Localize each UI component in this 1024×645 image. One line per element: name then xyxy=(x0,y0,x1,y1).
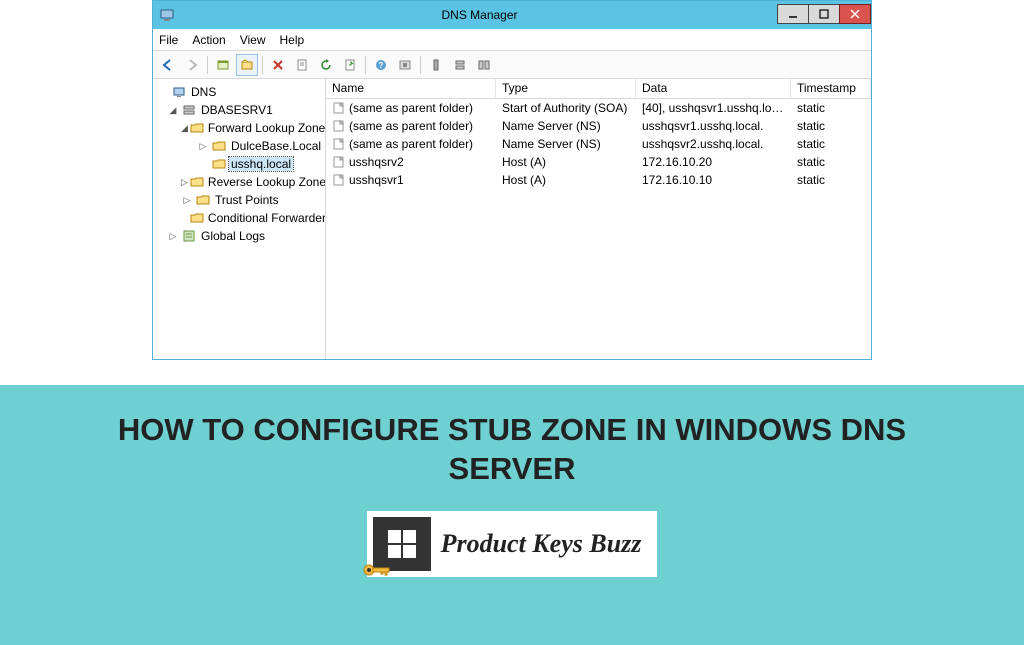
minimize-button[interactable] xyxy=(777,4,809,24)
record-name: (same as parent folder) xyxy=(349,119,473,133)
record-data: usshqsvr1.usshq.local. xyxy=(636,119,791,133)
col-timestamp[interactable]: Timestamp xyxy=(791,79,871,98)
tree-zone-dulcebase[interactable]: ▷DulceBase.Local xyxy=(153,137,325,155)
banner-headline: How to Configure Stub Zone in Windows DN… xyxy=(112,411,912,489)
dns-manager-window: DNS Manager File Action View Help ? ▷ xyxy=(152,0,872,360)
tree-server[interactable]: ◢DBASESRV1 xyxy=(153,101,325,119)
menu-action[interactable]: Action xyxy=(192,33,225,47)
record-name: usshqsrv2 xyxy=(349,155,404,169)
records-button[interactable] xyxy=(473,54,495,76)
tree-global-logs[interactable]: ▷Global Logs xyxy=(153,227,325,245)
server-button[interactable] xyxy=(449,54,471,76)
record-name: (same as parent folder) xyxy=(349,137,473,151)
record-row[interactable]: usshqsrv2 Host (A)172.16.10.20static xyxy=(326,153,871,171)
tree-root-dns[interactable]: ▷DNS xyxy=(153,83,325,101)
help-button[interactable]: ? xyxy=(370,54,392,76)
stop-button[interactable] xyxy=(394,54,416,76)
menu-help[interactable]: Help xyxy=(280,33,305,47)
brand-text: Product Keys Buzz xyxy=(441,529,642,559)
svg-text:?: ? xyxy=(379,61,384,70)
up-button[interactable] xyxy=(236,54,258,76)
banner: How to Configure Stub Zone in Windows DN… xyxy=(0,385,1024,645)
menubar: File Action View Help xyxy=(153,29,871,51)
record-timestamp: static xyxy=(791,155,871,169)
tree-zone-usshq[interactable]: ▷usshq.local xyxy=(153,155,325,173)
record-row[interactable]: (same as parent folder) Name Server (NS)u… xyxy=(326,135,871,153)
record-timestamp: static xyxy=(791,119,871,133)
col-type[interactable]: Type xyxy=(496,79,636,98)
menu-view[interactable]: View xyxy=(240,33,266,47)
record-name: usshqsvr1 xyxy=(349,173,404,187)
record-timestamp: static xyxy=(791,101,871,115)
maximize-button[interactable] xyxy=(808,4,840,24)
record-timestamp: static xyxy=(791,173,871,187)
record-row[interactable]: (same as parent folder) Name Server (NS)u… xyxy=(326,117,871,135)
record-row[interactable]: usshqsvr1 Host (A)172.16.10.10static xyxy=(326,171,871,189)
brand-logo-icon xyxy=(373,517,431,571)
menu-file[interactable]: File xyxy=(159,33,178,47)
list-header: Name Type Data Timestamp xyxy=(326,79,871,99)
app-icon xyxy=(159,7,175,23)
close-button[interactable] xyxy=(839,4,871,24)
tree-forward-zones[interactable]: ◢Forward Lookup Zones xyxy=(153,119,325,137)
record-type: Host (A) xyxy=(496,173,636,187)
record-type: Host (A) xyxy=(496,155,636,169)
tree-reverse-zones[interactable]: ▷Reverse Lookup Zones xyxy=(153,173,325,191)
refresh-button[interactable] xyxy=(315,54,337,76)
record-name: (same as parent folder) xyxy=(349,101,473,115)
forward-button[interactable] xyxy=(181,54,203,76)
record-data: 172.16.10.20 xyxy=(636,155,791,169)
record-type: Name Server (NS) xyxy=(496,137,636,151)
record-type: Start of Authority (SOA) xyxy=(496,101,636,115)
record-row[interactable]: (same as parent folder) Start of Authorit… xyxy=(326,99,871,117)
list-body[interactable]: (same as parent folder) Start of Authorit… xyxy=(326,99,871,359)
filter-button[interactable] xyxy=(425,54,447,76)
record-type: Name Server (NS) xyxy=(496,119,636,133)
window-title: DNS Manager xyxy=(181,8,778,22)
new-window-button[interactable] xyxy=(212,54,234,76)
col-data[interactable]: Data xyxy=(636,79,791,98)
delete-button[interactable] xyxy=(267,54,289,76)
col-name[interactable]: Name xyxy=(326,79,496,98)
properties-button[interactable] xyxy=(291,54,313,76)
back-button[interactable] xyxy=(157,54,179,76)
tree-conditional-forwarders[interactable]: ▷Conditional Forwarders xyxy=(153,209,325,227)
tree-trust-points[interactable]: ▷Trust Points xyxy=(153,191,325,209)
tree-pane[interactable]: ▷DNS ◢DBASESRV1 ◢Forward Lookup Zones ▷D… xyxy=(153,79,326,359)
record-data: usshqsvr2.usshq.local. xyxy=(636,137,791,151)
record-data: [40], usshqsvr1.usshq.loca... xyxy=(636,101,791,115)
key-icon xyxy=(363,563,393,577)
record-data: 172.16.10.10 xyxy=(636,173,791,187)
export-button[interactable] xyxy=(339,54,361,76)
brand-badge: Product Keys Buzz xyxy=(367,511,658,577)
record-timestamp: static xyxy=(791,137,871,151)
titlebar: DNS Manager xyxy=(153,1,871,29)
toolbar: ? xyxy=(153,51,871,79)
records-list: Name Type Data Timestamp (same as parent… xyxy=(326,79,871,359)
